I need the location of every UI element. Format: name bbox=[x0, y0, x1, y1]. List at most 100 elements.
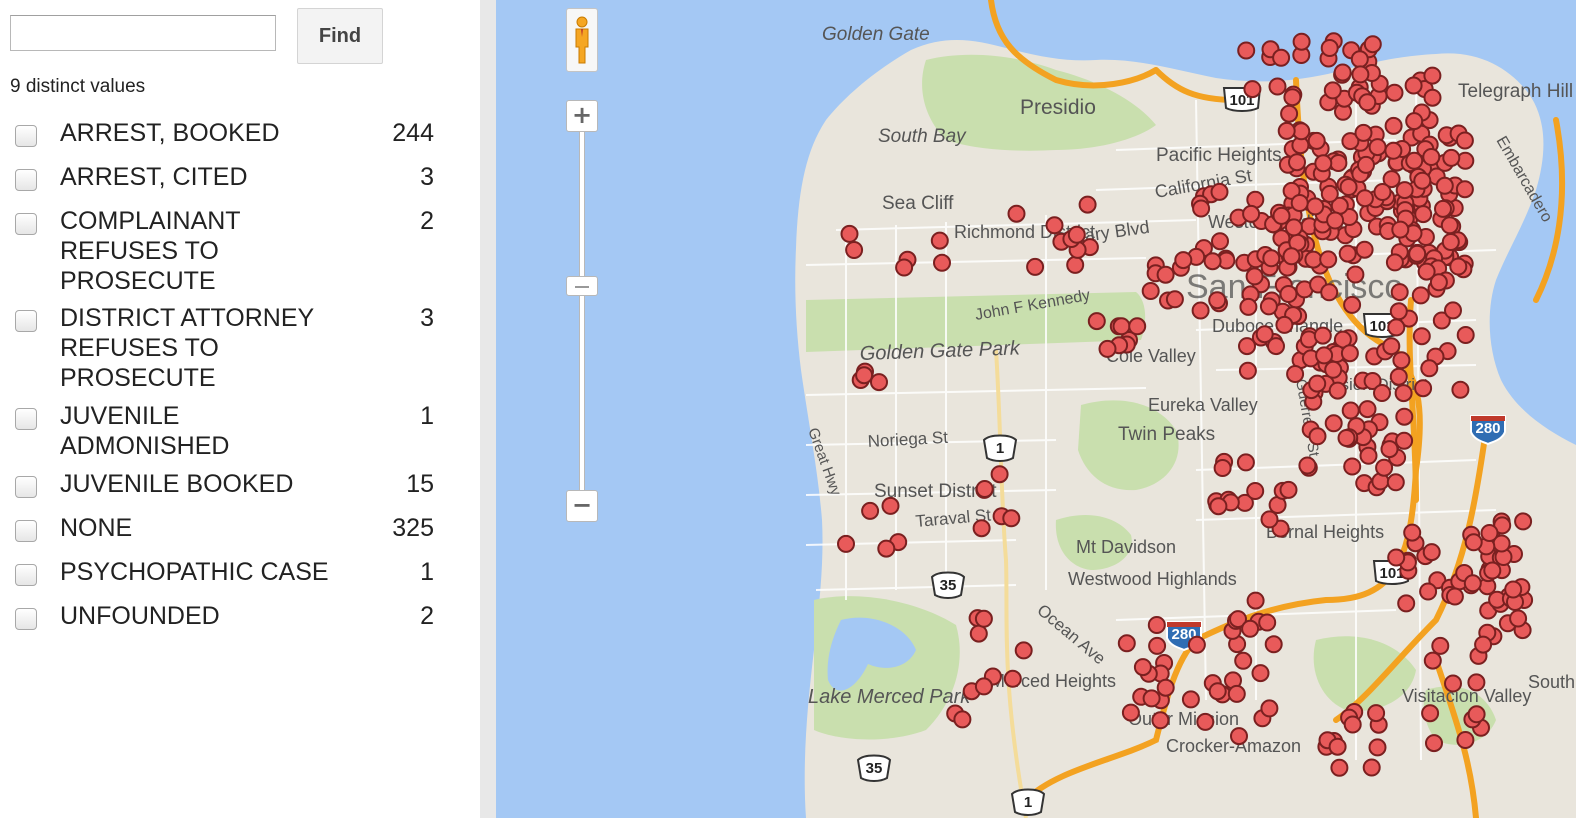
incident-marker[interactable] bbox=[1440, 216, 1459, 235]
facet-item[interactable]: ARREST, CITED 3 bbox=[15, 162, 440, 192]
incident-marker[interactable] bbox=[1142, 689, 1161, 708]
incident-marker[interactable] bbox=[1405, 112, 1424, 131]
incident-marker[interactable] bbox=[1480, 524, 1499, 542]
incident-marker[interactable] bbox=[1148, 636, 1167, 655]
incident-marker[interactable] bbox=[1117, 634, 1136, 653]
incident-marker[interactable] bbox=[1386, 473, 1405, 492]
incident-marker[interactable] bbox=[1359, 446, 1378, 465]
incident-marker[interactable] bbox=[1272, 206, 1291, 225]
incident-marker[interactable] bbox=[1209, 497, 1228, 516]
incident-marker[interactable] bbox=[1464, 533, 1483, 552]
incident-marker[interactable] bbox=[1423, 651, 1442, 670]
incident-marker[interactable] bbox=[1307, 131, 1326, 150]
incident-marker[interactable] bbox=[1405, 151, 1424, 170]
incident-marker[interactable] bbox=[1389, 302, 1408, 321]
incident-marker[interactable] bbox=[1112, 317, 1131, 336]
incident-marker[interactable] bbox=[1319, 250, 1338, 269]
incident-marker[interactable] bbox=[1191, 301, 1210, 320]
incident-marker[interactable] bbox=[1449, 257, 1468, 276]
incident-marker[interactable] bbox=[1328, 381, 1347, 400]
incident-marker[interactable] bbox=[1264, 635, 1283, 654]
facet-item[interactable]: JUVENILE BOOKED 15 bbox=[15, 469, 440, 499]
incident-marker[interactable] bbox=[1395, 181, 1414, 200]
incident-marker[interactable] bbox=[1373, 183, 1392, 201]
incident-marker[interactable] bbox=[1339, 178, 1358, 196]
incident-marker[interactable] bbox=[1243, 80, 1262, 99]
incident-marker[interactable] bbox=[1308, 427, 1327, 446]
facet-checkbox[interactable] bbox=[15, 213, 37, 235]
incident-marker[interactable] bbox=[1373, 384, 1391, 402]
incident-marker[interactable] bbox=[1390, 283, 1409, 302]
incident-marker[interactable] bbox=[1422, 148, 1441, 166]
incident-marker[interactable] bbox=[1358, 400, 1377, 419]
incident-marker[interactable] bbox=[1357, 155, 1375, 174]
incident-marker[interactable] bbox=[1326, 211, 1345, 230]
incident-marker[interactable] bbox=[855, 366, 874, 385]
incident-marker[interactable] bbox=[1067, 225, 1086, 244]
incident-marker[interactable] bbox=[1368, 138, 1387, 157]
incident-marker[interactable] bbox=[1208, 682, 1227, 701]
incident-marker[interactable] bbox=[1306, 197, 1325, 216]
incident-marker[interactable] bbox=[1367, 704, 1386, 723]
incident-marker[interactable] bbox=[1246, 591, 1265, 610]
incident-marker[interactable] bbox=[1423, 66, 1442, 85]
incident-marker[interactable] bbox=[972, 519, 991, 538]
map-view[interactable]: Golden Gate Presidio South Bay Pacific Heig… bbox=[496, 0, 1576, 818]
incident-marker[interactable] bbox=[1338, 244, 1357, 263]
facet-checkbox[interactable] bbox=[15, 476, 37, 498]
incident-marker[interactable] bbox=[1425, 734, 1443, 753]
incident-marker[interactable] bbox=[1435, 176, 1454, 195]
incident-marker[interactable] bbox=[1280, 104, 1299, 123]
incident-marker[interactable] bbox=[1417, 262, 1436, 281]
incident-marker[interactable] bbox=[1121, 703, 1140, 722]
incident-marker[interactable] bbox=[1444, 301, 1462, 320]
incident-marker[interactable] bbox=[1279, 480, 1298, 499]
incident-marker[interactable] bbox=[1421, 704, 1440, 723]
incident-marker[interactable] bbox=[1403, 523, 1422, 542]
incident-marker[interactable] bbox=[1368, 738, 1387, 757]
incident-marker[interactable] bbox=[1275, 315, 1294, 334]
incident-marker[interactable] bbox=[1279, 285, 1298, 303]
incident-marker[interactable] bbox=[1211, 232, 1229, 251]
facet-checkbox[interactable] bbox=[15, 408, 37, 430]
incident-marker[interactable] bbox=[1514, 512, 1533, 531]
incident-marker[interactable] bbox=[1156, 678, 1175, 697]
incident-marker[interactable] bbox=[1298, 456, 1317, 475]
search-input[interactable] bbox=[10, 15, 276, 51]
incident-marker[interactable] bbox=[1260, 510, 1279, 529]
incident-marker[interactable] bbox=[1455, 131, 1474, 150]
incident-marker[interactable] bbox=[1467, 705, 1486, 724]
incident-marker[interactable] bbox=[1408, 244, 1427, 263]
incident-marker[interactable] bbox=[1290, 194, 1309, 212]
incident-marker[interactable] bbox=[1260, 699, 1279, 718]
incident-marker[interactable] bbox=[1463, 574, 1482, 593]
incident-marker[interactable] bbox=[1380, 440, 1399, 459]
incident-marker[interactable] bbox=[1351, 65, 1370, 84]
incident-marker[interactable] bbox=[1414, 379, 1433, 398]
incident-marker[interactable] bbox=[1431, 636, 1450, 655]
facet-checkbox[interactable] bbox=[15, 310, 37, 332]
incident-marker[interactable] bbox=[1078, 195, 1097, 214]
incident-marker[interactable] bbox=[1362, 758, 1381, 777]
incident-marker[interactable] bbox=[1385, 253, 1404, 272]
incident-marker[interactable] bbox=[969, 624, 988, 643]
incident-marker[interactable] bbox=[1286, 365, 1305, 383]
incident-marker[interactable] bbox=[1387, 548, 1406, 567]
incident-marker[interactable] bbox=[1350, 50, 1369, 69]
incident-marker[interactable] bbox=[1002, 509, 1021, 528]
incident-marker[interactable] bbox=[1308, 374, 1327, 393]
incident-marker[interactable] bbox=[1283, 88, 1302, 107]
incident-marker[interactable] bbox=[1320, 283, 1339, 302]
panel-divider[interactable] bbox=[480, 0, 496, 818]
incident-marker[interactable] bbox=[881, 496, 900, 515]
incident-marker[interactable] bbox=[1313, 326, 1332, 345]
incident-marker[interactable] bbox=[1442, 148, 1461, 167]
incident-marker[interactable] bbox=[1251, 664, 1270, 683]
incident-marker[interactable] bbox=[1340, 344, 1359, 363]
incident-marker[interactable] bbox=[1258, 613, 1277, 632]
incident-marker[interactable] bbox=[1509, 609, 1528, 628]
incident-marker[interactable] bbox=[1239, 297, 1258, 316]
incident-marker[interactable] bbox=[1288, 153, 1306, 172]
incident-marker[interactable] bbox=[1456, 326, 1475, 344]
incident-marker[interactable] bbox=[1245, 267, 1264, 286]
